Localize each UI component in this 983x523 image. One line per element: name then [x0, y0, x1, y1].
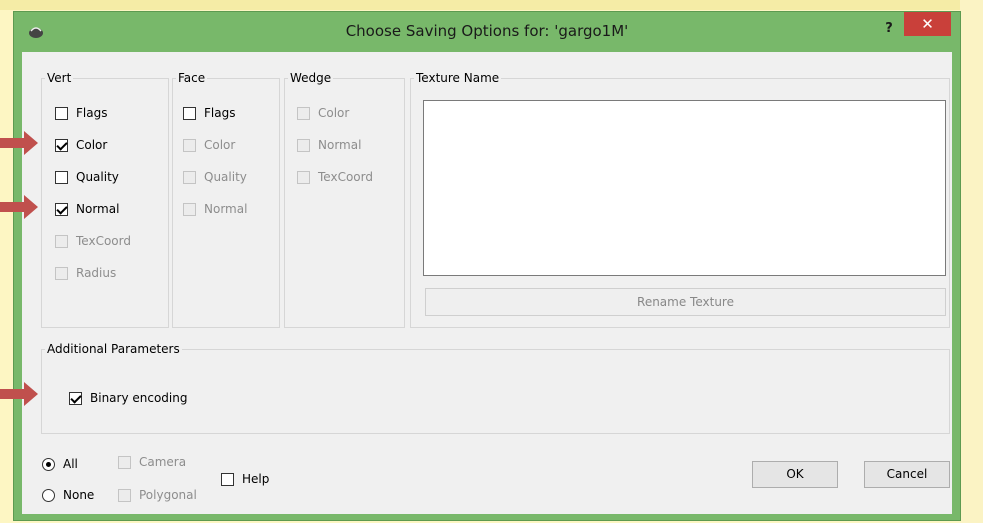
- close-button[interactable]: ✕: [904, 12, 951, 36]
- wedge-texcoord-label: TexCoord: [318, 170, 373, 184]
- texture-group-title: Texture Name: [416, 71, 500, 85]
- vert-quality-label: Quality: [76, 170, 119, 184]
- all-radio[interactable]: All: [42, 455, 78, 473]
- wedge-color-box[interactable]: [297, 106, 310, 120]
- face-color-box[interactable]: [183, 138, 196, 152]
- camera-checkbox[interactable]: Camera: [118, 453, 186, 471]
- vert-normal-box[interactable]: [55, 202, 68, 216]
- additional-parameters-group: Additional Parameters: [41, 342, 950, 434]
- face-normal-checkbox[interactable]: Normal: [183, 200, 247, 218]
- help-label: Help: [242, 472, 270, 486]
- face-normal-box[interactable]: [183, 202, 196, 216]
- face-flags-label: Flags: [204, 106, 236, 120]
- texture-name-list[interactable]: [423, 100, 946, 276]
- additional-parameters-title: Additional Parameters: [47, 342, 180, 356]
- none-radio-button[interactable]: [42, 488, 55, 502]
- all-radio-label: All: [63, 457, 78, 471]
- wedge-texcoord-checkbox[interactable]: TexCoord: [297, 168, 373, 186]
- vert-radius-checkbox[interactable]: Radius: [55, 264, 116, 282]
- vert-radius-box[interactable]: [55, 266, 68, 280]
- ok-button[interactable]: OK: [752, 461, 838, 488]
- all-radio-button[interactable]: [42, 457, 55, 471]
- cancel-button[interactable]: Cancel: [864, 461, 950, 488]
- vert-color-box[interactable]: [55, 138, 68, 152]
- camera-label: Camera: [139, 455, 187, 469]
- wedge-color-label: Color: [318, 106, 350, 120]
- face-quality-checkbox[interactable]: Quality: [183, 168, 247, 186]
- vert-color-label: Color: [76, 138, 108, 152]
- binary-encoding-label: Binary encoding: [90, 391, 188, 405]
- wedge-group-title: Wedge: [290, 71, 332, 85]
- background-strip: [0, 0, 983, 10]
- polygonal-checkbox[interactable]: Polygonal: [118, 486, 197, 504]
- vert-color-checkbox[interactable]: Color: [55, 136, 107, 154]
- dialog-body: Vert Flags Color Quality Normal TexCoord Radi…: [22, 52, 952, 514]
- vert-group-title: Vert: [47, 71, 72, 85]
- wedge-normal-checkbox[interactable]: Normal: [297, 136, 361, 154]
- annotation-arrow-icon: [0, 195, 38, 219]
- title-bar: Choose Saving Options for: 'gargo1M' ? ✕: [14, 12, 960, 52]
- help-checkbox[interactable]: Help: [221, 470, 269, 488]
- none-radio[interactable]: None: [42, 486, 94, 504]
- vert-flags-box[interactable]: [55, 106, 68, 120]
- face-color-checkbox[interactable]: Color: [183, 136, 235, 154]
- vert-normal-label: Normal: [76, 202, 120, 216]
- binary-encoding-checkbox[interactable]: Binary encoding: [69, 389, 187, 407]
- wedge-color-checkbox[interactable]: Color: [297, 104, 349, 122]
- face-normal-label: Normal: [204, 202, 248, 216]
- rename-texture-button[interactable]: Rename Texture: [425, 288, 946, 316]
- background-right: [960, 0, 983, 523]
- help-box[interactable]: [221, 472, 234, 486]
- wedge-texcoord-box[interactable]: [297, 170, 310, 184]
- window-title: Choose Saving Options for: 'gargo1M': [345, 22, 629, 40]
- face-quality-label: Quality: [204, 170, 247, 184]
- save-options-dialog: Choose Saving Options for: 'gargo1M' ? ✕…: [13, 11, 961, 521]
- wedge-normal-label: Normal: [318, 138, 362, 152]
- binary-encoding-box[interactable]: [69, 391, 82, 405]
- vert-texcoord-checkbox[interactable]: TexCoord: [55, 232, 131, 250]
- title-help-button[interactable]: ?: [877, 18, 901, 40]
- vert-flags-label: Flags: [76, 106, 108, 120]
- vert-texcoord-box[interactable]: [55, 234, 68, 248]
- annotation-arrow-icon: [0, 131, 38, 155]
- vert-normal-checkbox[interactable]: Normal: [55, 200, 119, 218]
- wedge-normal-box[interactable]: [297, 138, 310, 152]
- vert-quality-box[interactable]: [55, 170, 68, 184]
- vert-quality-checkbox[interactable]: Quality: [55, 168, 119, 186]
- face-group-title: Face: [178, 71, 206, 85]
- polygonal-label: Polygonal: [139, 488, 197, 502]
- vert-radius-label: Radius: [76, 266, 117, 280]
- face-quality-box[interactable]: [183, 170, 196, 184]
- polygonal-box[interactable]: [118, 488, 131, 502]
- face-flags-checkbox[interactable]: Flags: [183, 104, 235, 122]
- vert-flags-checkbox[interactable]: Flags: [55, 104, 107, 122]
- face-flags-box[interactable]: [183, 106, 196, 120]
- camera-box[interactable]: [118, 455, 131, 469]
- annotation-arrow-icon: [0, 382, 38, 406]
- none-radio-label: None: [63, 488, 95, 502]
- face-color-label: Color: [204, 138, 236, 152]
- vert-texcoord-label: TexCoord: [76, 234, 131, 248]
